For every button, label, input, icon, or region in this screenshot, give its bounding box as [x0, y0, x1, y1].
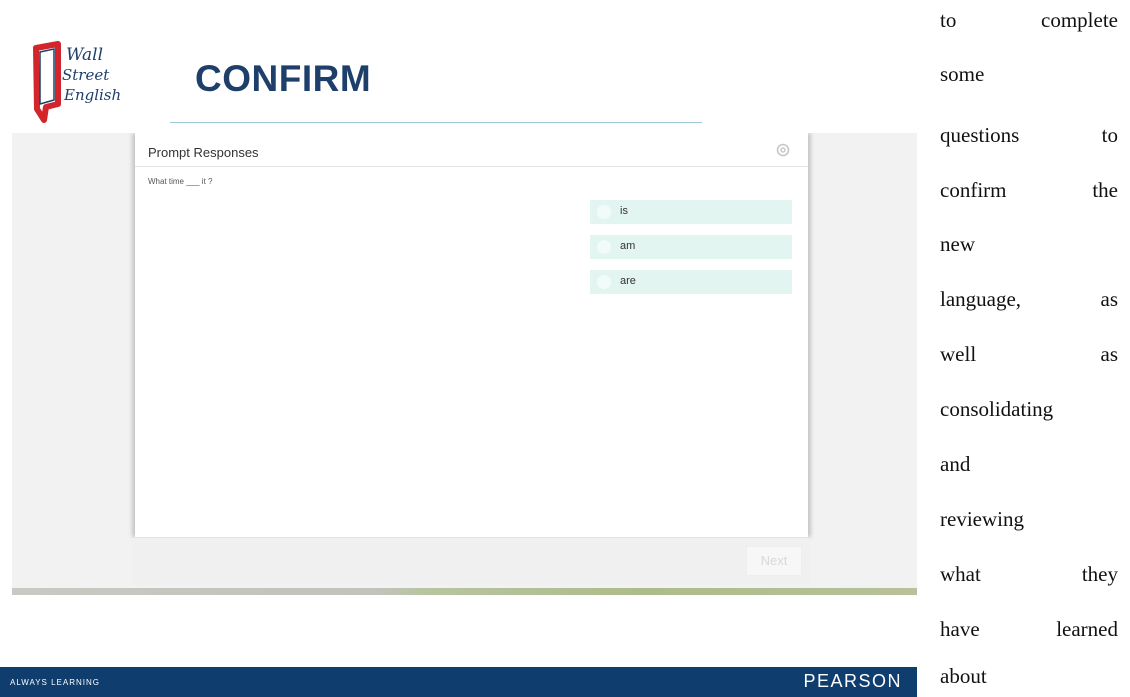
title-divider	[170, 122, 702, 123]
slide-title: CONFIRM	[195, 58, 372, 99]
side-text-line: reviewing	[940, 507, 1024, 531]
tagline: ALWAYS LEARNING	[10, 678, 100, 687]
side-text-line: and	[940, 452, 971, 476]
side-text-line: well as	[940, 342, 1118, 366]
gear-icon[interactable]	[775, 142, 791, 158]
next-button[interactable]: Next	[746, 546, 802, 576]
radio-icon[interactable]	[597, 205, 611, 219]
side-text-line: some	[940, 62, 985, 86]
svg-text:English: English	[63, 86, 121, 104]
side-text-line: about	[940, 664, 987, 688]
pearson-logo: PEARSON	[803, 671, 902, 691]
side-text-line: consolidating	[940, 397, 1054, 421]
slide: Wall Street English CONFIRM Prompt Respo…	[0, 0, 917, 697]
pearson-footer: ALWAYS LEARNING PEARSON	[0, 667, 917, 697]
side-text-line: questions to	[940, 123, 1118, 147]
answer-option-label: am	[620, 240, 636, 252]
prompt-responses-panel: Prompt Responses What time ___ it ? is a…	[135, 133, 808, 537]
svg-text:Street: Street	[62, 66, 110, 84]
action-bar: Next	[132, 537, 810, 585]
radio-icon[interactable]	[597, 240, 611, 254]
question-text: What time ___ it ?	[148, 177, 213, 186]
answer-option-label: are	[620, 275, 636, 287]
side-text-line: have learned	[940, 617, 1118, 641]
radio-icon[interactable]	[597, 275, 611, 289]
wall-street-english-logo: Wall Street English	[24, 34, 142, 124]
answer-option-are[interactable]: are	[590, 270, 792, 294]
answer-options: is am are	[590, 200, 792, 305]
side-text-line: to complete	[940, 8, 1118, 32]
svg-text:Wall: Wall	[66, 45, 103, 65]
side-text-line: confirm the	[940, 178, 1118, 202]
side-text-line: new	[940, 232, 975, 256]
panel-title: Prompt Responses	[148, 145, 259, 160]
app-screenshot: Prompt Responses What time ___ it ? is a…	[12, 133, 917, 595]
background-strip	[12, 588, 917, 595]
side-text-line: what they	[940, 562, 1118, 586]
panel-divider	[135, 166, 808, 167]
answer-option-is[interactable]: is	[590, 200, 792, 224]
answer-option-label: is	[620, 205, 628, 217]
side-text-line: language, as	[940, 287, 1118, 311]
answer-option-am[interactable]: am	[590, 235, 792, 259]
